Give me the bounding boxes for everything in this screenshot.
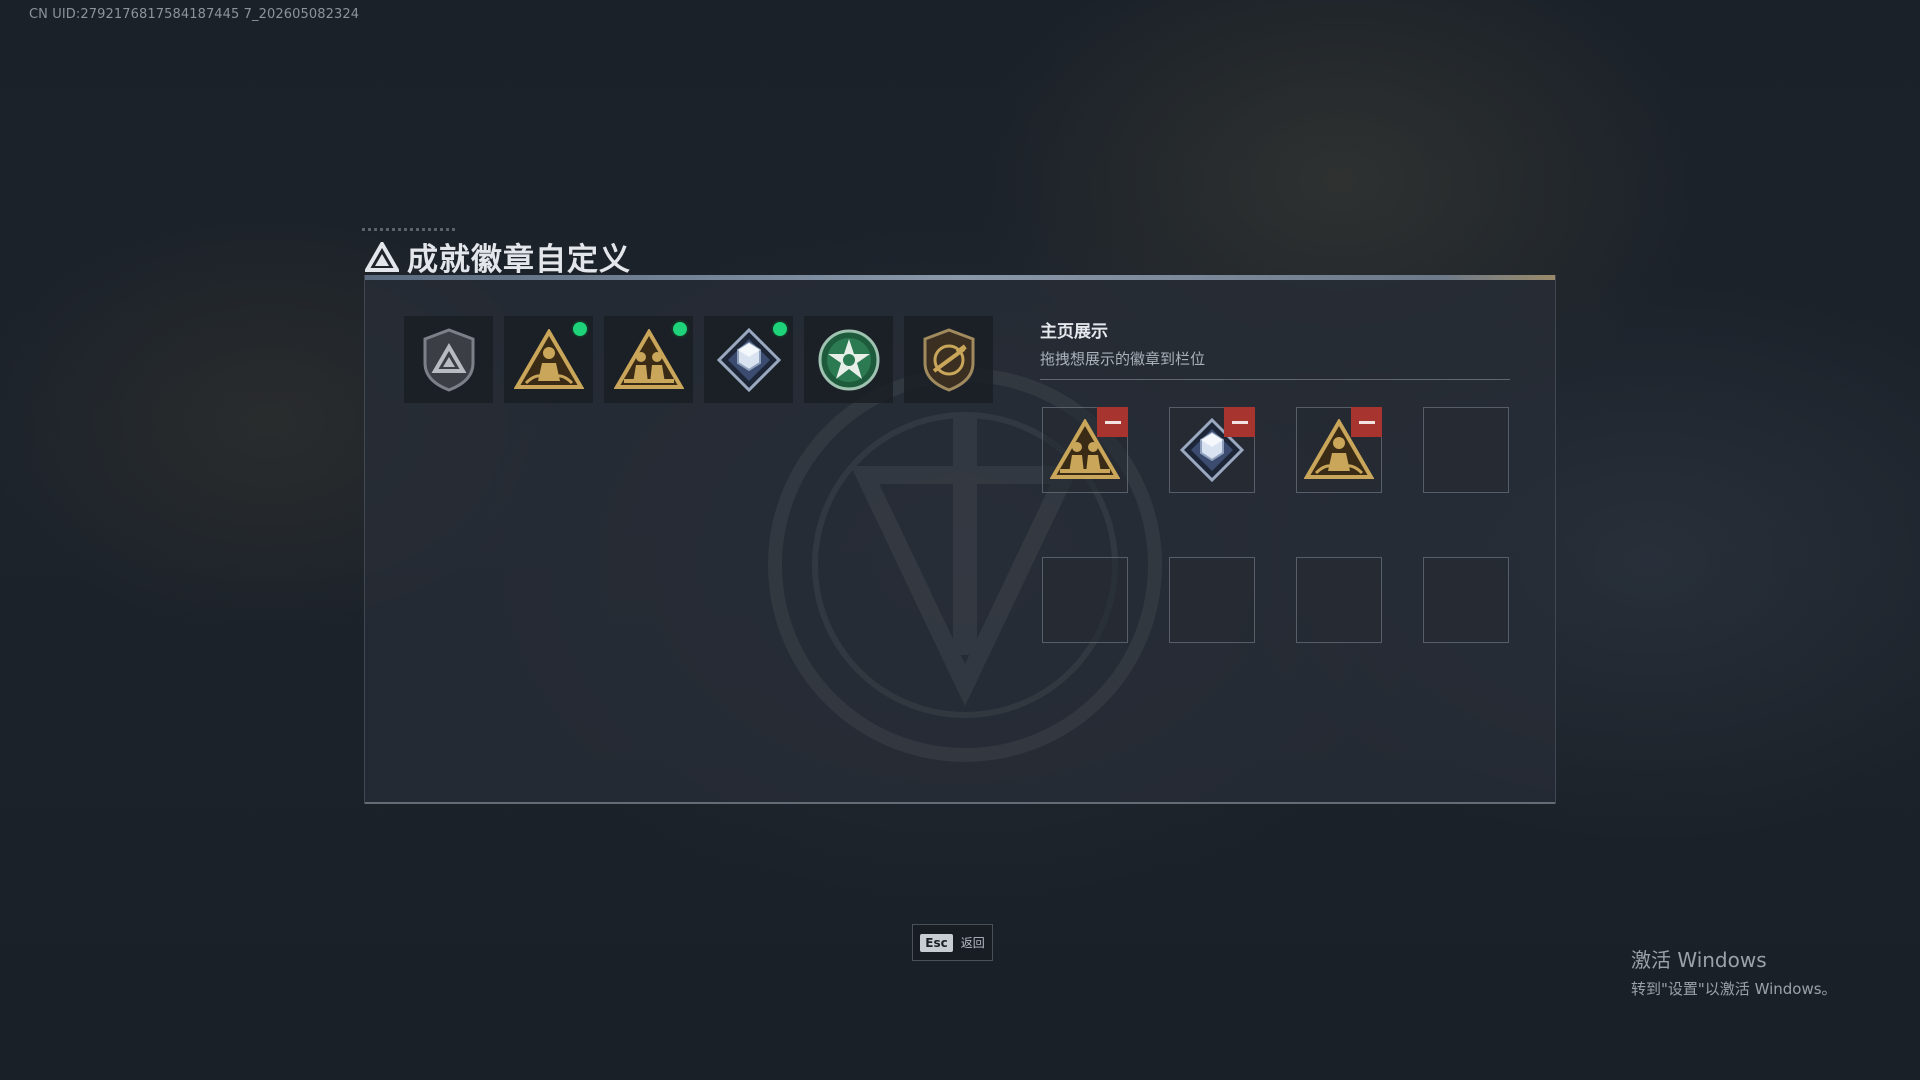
display-slot-grid <box>1042 407 1509 643</box>
crystal-diamond-badge-icon <box>716 327 782 393</box>
owned-badge-slot[interactable] <box>704 316 793 403</box>
remove-badge-button[interactable] <box>1097 407 1128 437</box>
owned-badge-slot[interactable] <box>604 316 693 403</box>
soldiers-triangle-badge-icon <box>613 328 684 391</box>
owned-badge-slot[interactable] <box>404 316 493 403</box>
page-title: 成就徽章自定义 <box>407 242 631 278</box>
owned-badge-slot[interactable] <box>504 316 593 403</box>
windows-activation-watermark: 激活 Windows 转到"设置"以激活 Windows。 <box>1631 944 1837 999</box>
display-slot-filled[interactable] <box>1169 407 1255 493</box>
title-decoration <box>362 228 458 231</box>
new-indicator-dot <box>573 322 587 336</box>
new-indicator-dot <box>773 322 787 336</box>
display-slot-filled[interactable] <box>1296 407 1382 493</box>
remove-badge-button[interactable] <box>1224 407 1255 437</box>
minus-icon <box>1104 420 1121 424</box>
display-slot-empty[interactable] <box>1296 557 1382 643</box>
owned-badge-slot[interactable] <box>804 316 893 403</box>
esc-key-icon: Esc <box>920 933 953 952</box>
owned-badges-row <box>404 316 993 403</box>
badge-customize-panel: 主页展示 拖拽想展示的徽章到栏位 <box>364 275 1556 804</box>
green-star-badge-icon <box>816 327 882 393</box>
back-button[interactable]: Esc 返回 <box>912 924 993 961</box>
panel-bottom-line <box>365 802 1555 804</box>
display-section-header: 主页展示 拖拽想展示的徽章到栏位 <box>1040 317 1510 380</box>
minus-icon <box>1358 420 1375 424</box>
soldier-triangle-badge-icon <box>513 328 584 391</box>
display-title: 主页展示 <box>1040 322 1108 342</box>
display-slot-filled[interactable] <box>1042 407 1128 493</box>
rifle-shield-badge-icon <box>920 327 978 393</box>
display-slot-empty[interactable] <box>1423 407 1509 493</box>
logo-triangle-icon <box>365 241 399 272</box>
uid-text: CN UID:2792176817584187445 7_20260508232… <box>29 7 360 22</box>
activation-title: 激活 Windows <box>1631 948 1767 972</box>
activation-hint: 转到"设置"以激活 Windows。 <box>1631 980 1837 998</box>
back-label: 返回 <box>960 936 985 950</box>
shield-triangle-badge-icon <box>420 327 478 393</box>
minus-icon <box>1231 420 1248 424</box>
display-subtitle: 拖拽想展示的徽章到栏位 <box>1040 350 1206 368</box>
background-emblem <box>400 100 401 101</box>
display-slot-empty[interactable] <box>1042 557 1128 643</box>
display-slot-empty[interactable] <box>1423 557 1509 643</box>
divider <box>1040 379 1510 380</box>
page-header: 成就徽章自定义 <box>365 234 631 279</box>
owned-badge-slot[interactable] <box>904 316 993 403</box>
display-slot-empty[interactable] <box>1169 557 1255 643</box>
new-indicator-dot <box>673 322 687 336</box>
panel-top-bar <box>365 275 1555 280</box>
remove-badge-button[interactable] <box>1351 407 1382 437</box>
